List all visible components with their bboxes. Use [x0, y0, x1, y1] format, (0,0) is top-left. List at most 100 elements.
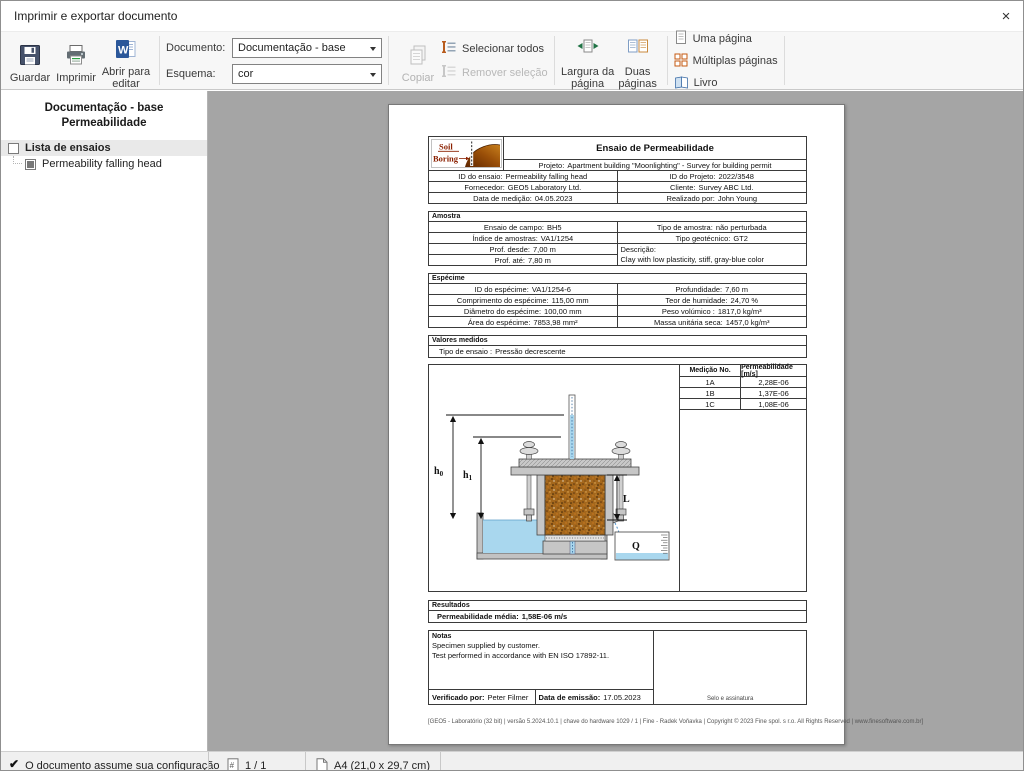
multiple-pages-button[interactable]: Múltiplas páginas — [674, 53, 778, 70]
select-all-icon — [441, 39, 457, 58]
soil-specimen — [545, 475, 605, 535]
print-button[interactable]: Imprimir — [53, 38, 99, 84]
close-icon: × — [1002, 8, 1011, 25]
results-title: Resultados — [429, 601, 806, 611]
copy-label: Copiar — [402, 72, 434, 84]
two-pages-icon — [626, 37, 650, 64]
table-row: 1A 2,28E-06 — [680, 377, 806, 388]
page-number-icon: # — [227, 758, 239, 770]
multiple-pages-label: Múltiplas páginas — [693, 55, 778, 67]
remove-selection-label: Remover seleção — [462, 67, 548, 79]
standpipe — [569, 395, 575, 459]
top-flange — [511, 467, 639, 475]
soil-boring-logo-icon: Soil Boring — [431, 139, 502, 168]
remove-selection-icon — [441, 63, 457, 82]
report-title: Ensaio de Permeabilidade — [504, 137, 806, 159]
checkbox-lista-de-ensaios[interactable] — [8, 143, 19, 154]
copy-button[interactable]: Copiar — [395, 38, 441, 84]
one-page-icon — [674, 30, 688, 48]
mean-permeability: Permeabilidade média:1,58E-06 m/s — [429, 611, 806, 622]
measurements-table: Medição No. Permeabilidade [m/s] 1A 2,28… — [679, 365, 806, 591]
company-logo: Soil Boring — [429, 137, 504, 170]
window-title: Imprimir e exportar documento — [14, 9, 177, 23]
toolbar: Guardar Imprimir W Abrir para editar Doc… — [1, 31, 1023, 90]
seal-caption: Selo e assinatura — [654, 696, 806, 702]
two-pages-button[interactable]: Duas páginas — [615, 32, 661, 90]
sidebar-document-subtitle: Permeabilidade — [1, 116, 207, 131]
header-info-row: ID do ensaio:Permeability falling head I… — [429, 170, 806, 181]
scheme-select[interactable]: cor — [232, 64, 382, 84]
chevron-down-icon — [370, 47, 376, 51]
book-label: Livro — [694, 77, 718, 89]
remove-selection-button[interactable]: Remover seleção — [441, 63, 548, 82]
document-page[interactable]: Soil Boring Ensaio de Permeabilidade — [388, 104, 845, 745]
statusbar-page-indicator: # 1 / 1 — [209, 752, 305, 770]
seal-area: Selo e assinatura — [653, 631, 806, 704]
h1-label: h1 — [463, 470, 473, 482]
two-pages-label: Duas páginas — [615, 66, 661, 90]
specimen-section: Espécime ID do espécime:VA1/1254-6 Compr… — [428, 273, 807, 328]
report-header-table: Soil Boring Ensaio de Permeabilidade — [428, 136, 807, 204]
close-button[interactable]: × — [989, 1, 1023, 31]
statusbar-config-note: ✔ O documento assume sua configuração — [1, 752, 208, 770]
project-line: Projeto: Apartment building "Moonlightin… — [504, 159, 806, 170]
top-plate — [519, 459, 631, 467]
word-icon: W — [114, 37, 138, 64]
print-icon — [64, 43, 88, 70]
sample-section: Amostra Ensaio de campo:BH5 Índice de am… — [428, 211, 807, 266]
table-row: 1C 1,08E-06 — [680, 399, 806, 410]
one-page-button[interactable]: Uma página — [674, 30, 778, 48]
document-label: Documento: — [166, 42, 232, 54]
report-footer: [GEO5 - Laboratório (32 bit) | versão 5.… — [428, 719, 807, 725]
scheme-label: Esquema: — [166, 68, 232, 80]
tree-item-permeability-falling-head[interactable]: Permeability falling head — [1, 156, 207, 172]
document-select-value: Documentação - base — [238, 42, 346, 54]
print-export-dialog: Imprimir e exportar documento × Guardar … — [0, 0, 1024, 771]
h0-label: h0 — [434, 466, 444, 478]
tree-child-label: Permeability falling head — [42, 158, 162, 170]
svg-text:W: W — [118, 44, 129, 56]
sidebar-document-title: Documentação - base — [1, 101, 207, 116]
table-row: 1B 1,37E-06 — [680, 388, 806, 399]
test-type-row: Tipo de ensaio :Pressão decrescente — [429, 346, 806, 357]
checkbox-permeability-falling-head[interactable] — [25, 159, 36, 170]
chevron-down-icon — [370, 73, 376, 77]
save-icon — [18, 43, 42, 70]
sample-description: Descrição: Clay with low plasticity, sti… — [618, 243, 807, 265]
test-list-tree: Lista de ensaios Permeability falling he… — [1, 140, 207, 172]
book-button[interactable]: Livro — [674, 75, 778, 92]
open-for-edit-label: Abrir para editar — [99, 66, 153, 90]
one-page-label: Uma página — [693, 33, 752, 45]
measured-values-section: Valores medidos Tipo de ensaio :Pressão … — [428, 335, 807, 358]
open-for-edit-button[interactable]: W Abrir para editar — [99, 32, 153, 90]
diagram-panel: h0 h1 L — [428, 364, 807, 592]
measurement-col-header: Medição No. — [680, 365, 741, 376]
print-label: Imprimir — [56, 72, 96, 84]
page-width-label: Largura da página — [561, 66, 615, 90]
header-info-row: Data de medição:04.05.2023 Realizado por… — [429, 192, 806, 203]
notes-section: Notas Specimen supplied by customer. Tes… — [428, 630, 807, 705]
issue-date: Data de emissão:17.05.2023 — [536, 690, 641, 704]
page-width-icon — [576, 37, 600, 64]
preview-area: Soil Boring Ensaio de Permeabilidade — [208, 91, 1023, 751]
tree-item-lista-de-ensaios[interactable]: Lista de ensaios — [1, 140, 207, 156]
copy-icon — [406, 43, 430, 70]
falling-head-diagram: h0 h1 L — [429, 365, 679, 591]
document-select[interactable]: Documentação - base — [232, 38, 382, 58]
permeability-col-header: Permeabilidade [m/s] — [741, 365, 806, 376]
verified-by: Verificado por:Peter Filmer — [429, 690, 536, 704]
save-label: Guardar — [10, 72, 50, 84]
page-width-button[interactable]: Largura da página — [561, 32, 615, 90]
length-label: L — [623, 494, 630, 505]
svg-text:Boring: Boring — [433, 154, 459, 164]
collection-beaker: Q — [615, 532, 669, 560]
statusbar-paper-size: A4 (21,0 x 29,7 cm) — [306, 752, 440, 770]
header-info-row: Fornecedor:GEO5 Laboratory Ltd. Cliente:… — [429, 181, 806, 192]
specimen-section-title: Espécime — [429, 274, 806, 284]
book-icon — [674, 75, 689, 92]
save-button[interactable]: Guardar — [7, 38, 53, 84]
sample-section-title: Amostra — [429, 212, 806, 222]
sidebar: Documentação - base Permeabilidade Lista… — [1, 91, 208, 751]
select-all-label: Selecionar todos — [462, 43, 544, 55]
select-all-button[interactable]: Selecionar todos — [441, 39, 548, 58]
